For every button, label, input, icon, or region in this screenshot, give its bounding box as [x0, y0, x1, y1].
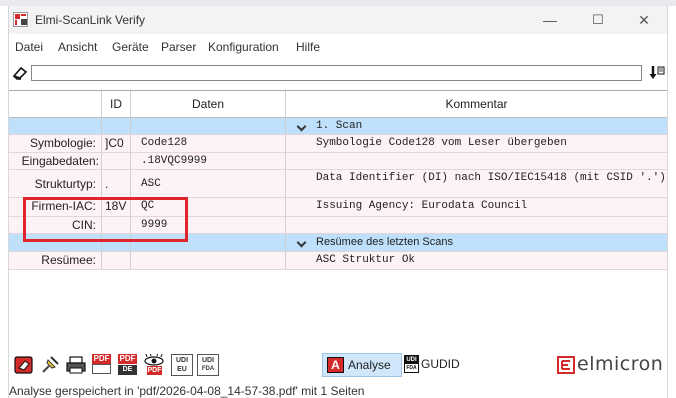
- analyse-label: Analyse: [348, 358, 391, 372]
- analyse-button[interactable]: A Analyse: [322, 353, 402, 377]
- fda-label: FDA: [406, 365, 417, 371]
- row-kommentar: Data Identifier (DI) nach ISO/IEC15418 (…: [286, 170, 667, 198]
- pdf-tag: PDF: [118, 354, 137, 364]
- row-label: Symbologie:: [9, 135, 102, 153]
- menu-konfiguration[interactable]: Konfiguration: [208, 40, 279, 54]
- row-daten: [131, 252, 286, 270]
- udi-fda-icon[interactable]: UDI FDA: [197, 354, 219, 376]
- table-row[interactable]: Symbologie: ]C0 Code128 Symbologie Code1…: [9, 135, 667, 153]
- section-title: Resümee des letzten Scans: [316, 236, 453, 248]
- eraser-red-icon[interactable]: [13, 354, 35, 376]
- row-kommentar: Symbologie Code128 vom Leser übergeben: [286, 135, 667, 153]
- pdf-export-icon[interactable]: PDF: [91, 354, 113, 376]
- section-title: 1. Scan: [316, 120, 363, 132]
- udi-label: UDI: [201, 357, 215, 364]
- row-id: [102, 153, 131, 170]
- table-cell: [131, 118, 286, 135]
- app-window: Elmi-ScanLink Verify — ☐ ✕ Datei Ansicht…: [8, 6, 668, 398]
- bottom-toolbar: PDF PDF DE PDF UDI EU UDI FDA A Analyse: [9, 353, 667, 384]
- header-daten[interactable]: Daten: [131, 91, 286, 118]
- gudid-icon[interactable]: UDI FDA: [404, 355, 419, 373]
- command-toolbar: [9, 64, 667, 86]
- table-row[interactable]: Resümee: ASC Struktur Ok: [9, 252, 667, 270]
- chevron-down-icon[interactable]: [296, 121, 307, 132]
- elmicron-logo: elmicron: [557, 353, 667, 378]
- row-id: .: [102, 170, 131, 198]
- menu-geraete[interactable]: Geräte: [112, 40, 149, 54]
- table-cell: [102, 118, 131, 135]
- analyse-icon: A: [327, 357, 344, 373]
- scanlink-app-icon: [13, 12, 28, 27]
- close-button[interactable]: ✕: [621, 6, 667, 34]
- menu-datei[interactable]: Datei: [15, 40, 43, 54]
- row-kommentar: ASC Struktur Ok: [286, 252, 667, 270]
- eye-pdf-icon[interactable]: PDF: [143, 354, 165, 376]
- pin-icon[interactable]: [39, 354, 61, 376]
- menu-bar: Datei Ansicht Geräte Parser Konfiguratio…: [9, 38, 667, 58]
- row-daten: ASC: [131, 170, 286, 198]
- annotation-highlight-box: [23, 197, 188, 242]
- menu-hilfe[interactable]: Hilfe: [296, 40, 320, 54]
- udi-label: UDI: [175, 357, 189, 364]
- status-bar: Analyse gerspeichert in 'pdf/2026-04-08_…: [9, 384, 667, 398]
- header-label: [9, 91, 102, 118]
- pdf-sub-tag: DE: [118, 365, 137, 375]
- chevron-down-icon[interactable]: [296, 237, 307, 248]
- row-label: Strukturtyp:: [9, 170, 102, 198]
- row-daten: .18VQC9999: [131, 153, 286, 170]
- eraser-icon[interactable]: [12, 66, 28, 80]
- gudid-button[interactable]: GUDID: [421, 357, 460, 371]
- minimize-button[interactable]: —: [527, 6, 573, 34]
- pdf-tag: PDF: [147, 366, 162, 375]
- menu-ansicht[interactable]: Ansicht: [58, 40, 97, 54]
- row-kommentar: Issuing Agency: Eurodata Council: [286, 198, 667, 217]
- table-row[interactable]: Strukturtyp: . ASC Data Identifier (DI) …: [9, 170, 667, 198]
- send-arrow-icon[interactable]: [649, 65, 665, 81]
- section-cell: Resümee des letzten Scans: [286, 234, 667, 252]
- row-label: Eingabedaten:: [9, 153, 102, 170]
- analysis-table: ID Daten Kommentar 1. Scan Symbologie: ]…: [9, 90, 667, 276]
- elmicron-logo-mark: [557, 356, 575, 374]
- pdf-de-icon[interactable]: PDF DE: [117, 354, 139, 376]
- row-daten: Code128: [131, 135, 286, 153]
- header-id[interactable]: ID: [102, 91, 131, 118]
- header-kommentar[interactable]: Kommentar: [286, 91, 667, 118]
- pdf-tag: PDF: [92, 354, 111, 364]
- brand-name: elmicron: [577, 353, 664, 375]
- row-label: Resümee:: [9, 252, 102, 270]
- fda-label: FDA: [201, 366, 215, 372]
- eye-icon: [144, 354, 164, 366]
- command-input[interactable]: [31, 65, 642, 81]
- row-id: ]C0: [102, 135, 131, 153]
- section-row-scan[interactable]: 1. Scan: [9, 118, 667, 135]
- maximize-button[interactable]: ☐: [575, 6, 621, 34]
- row-kommentar: [286, 153, 667, 170]
- title-bar[interactable]: Elmi-ScanLink Verify — ☐ ✕: [9, 6, 667, 34]
- row-kommentar: [286, 217, 667, 234]
- status-text: Analyse gerspeichert in 'pdf/2026-04-08_…: [9, 384, 365, 398]
- eu-label: EU: [177, 366, 187, 373]
- window-title: Elmi-ScanLink Verify: [35, 13, 146, 27]
- row-id: [102, 252, 131, 270]
- menu-parser[interactable]: Parser: [161, 40, 196, 54]
- table-header: ID Daten Kommentar: [9, 91, 667, 118]
- page-glyph: [92, 364, 111, 374]
- printer-icon[interactable]: [65, 354, 87, 376]
- section-cell: 1. Scan: [286, 118, 667, 135]
- udi-label: UDI: [405, 356, 418, 364]
- table-row[interactable]: Eingabedaten: .18VQC9999: [9, 153, 667, 170]
- table-cell: [9, 118, 102, 135]
- udi-eu-icon[interactable]: UDI EU: [171, 354, 193, 376]
